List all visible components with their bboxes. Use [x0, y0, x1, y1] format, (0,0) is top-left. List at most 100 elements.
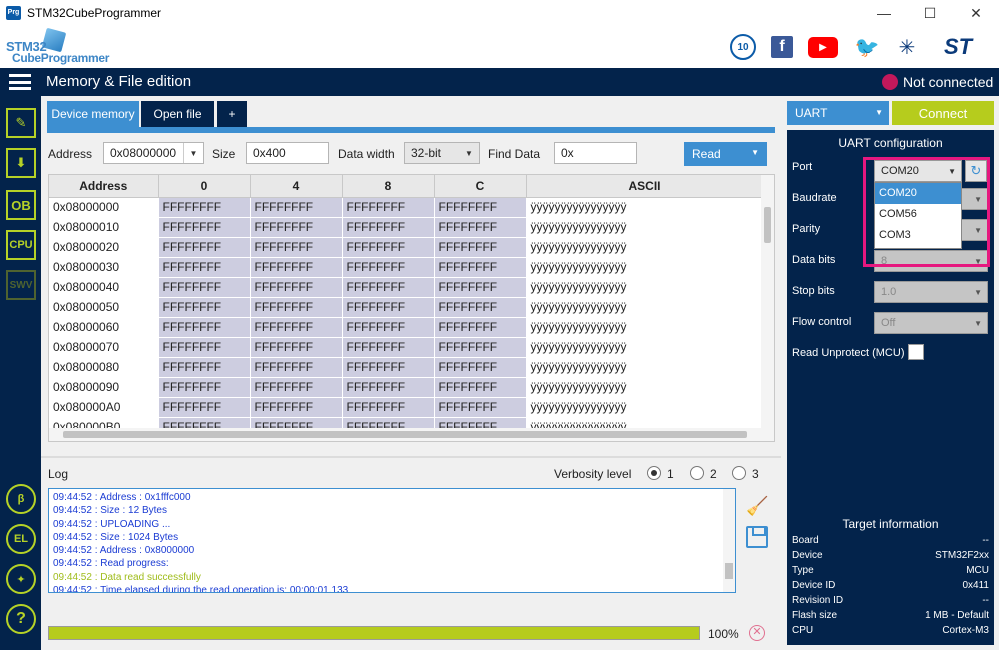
ascii-cell[interactable]: ÿÿÿÿÿÿÿÿÿÿÿÿÿÿÿÿ [526, 197, 764, 218]
save-log-icon[interactable] [746, 526, 768, 548]
value-cell[interactable]: FFFFFFFF [434, 377, 527, 398]
table-row[interactable]: 0x08000070 FFFFFFFF FFFFFFFF FFFFFFFF FFFFFF… [49, 337, 764, 358]
value-cell[interactable]: FFFFFFFF [250, 197, 343, 218]
value-cell[interactable]: FFFFFFFF [158, 357, 251, 378]
interface-select[interactable]: UART ▼ [787, 101, 889, 125]
value-cell[interactable]: FFFFFFFF [342, 237, 435, 258]
size-input[interactable]: 0x400 [246, 142, 329, 164]
value-cell[interactable]: FFFFFFFF [342, 297, 435, 318]
value-cell[interactable]: FFFFFFFF [434, 257, 527, 278]
table-row[interactable]: 0x08000000 FFFFFFFF FFFFFFFF FFFFFFFF FFFFFF… [49, 197, 764, 218]
value-cell[interactable]: FFFFFFFF [250, 317, 343, 338]
value-cell[interactable]: FFFFFFFF [250, 377, 343, 398]
table-row[interactable]: 0x08000090 FFFFFFFF FFFFFFFF FFFFFFFF FFFFFF… [49, 377, 764, 398]
sidebar-item-el[interactable]: EL [6, 524, 36, 554]
column-header[interactable]: 8 [342, 175, 435, 198]
youtube-icon[interactable]: ▶ [808, 37, 838, 58]
scrollbar-thumb[interactable] [725, 563, 733, 579]
verbosity-radio-3[interactable] [732, 466, 746, 480]
scrollbar-thumb[interactable] [63, 431, 747, 438]
verbosity-radio-2[interactable] [690, 466, 704, 480]
value-cell[interactable]: FFFFFFFF [250, 337, 343, 358]
scrollbar-thumb[interactable] [764, 207, 771, 243]
stop-bits-combo[interactable]: 1.0 ▼ [874, 281, 988, 303]
value-cell[interactable]: FFFFFFFF [158, 277, 251, 298]
st-logo-icon[interactable]: ST [932, 34, 984, 60]
sidebar-item-ob[interactable]: OB [6, 190, 36, 220]
community-icon[interactable]: ✳ [894, 34, 920, 60]
value-cell[interactable]: FFFFFFFF [250, 217, 343, 238]
ascii-cell[interactable]: ÿÿÿÿÿÿÿÿÿÿÿÿÿÿÿÿ [526, 317, 764, 338]
ascii-cell[interactable]: ÿÿÿÿÿÿÿÿÿÿÿÿÿÿÿÿ [526, 397, 764, 418]
value-cell[interactable]: FFFFFFFF [434, 357, 527, 378]
table-row[interactable]: 0x080000A0 FFFFFFFF FFFFFFFF FFFFFFFF FFFFFF… [49, 397, 764, 418]
sidebar-item-download[interactable]: ⬇ [6, 148, 36, 178]
close-button[interactable]: ✕ [953, 0, 999, 26]
hamburger-menu-icon[interactable] [9, 72, 31, 92]
sidebar-item-beta[interactable]: β [6, 484, 36, 514]
value-cell[interactable]: FFFFFFFF [158, 197, 251, 218]
table-row[interactable]: 0x08000080 FFFFFFFF FFFFFFFF FFFFFFFF FFFFFF… [49, 357, 764, 378]
ascii-cell[interactable]: ÿÿÿÿÿÿÿÿÿÿÿÿÿÿÿÿ [526, 357, 764, 378]
tab-add-button[interactable]: + [217, 101, 247, 127]
column-header[interactable]: ASCII [526, 175, 764, 198]
value-cell[interactable]: FFFFFFFF [434, 297, 527, 318]
value-cell[interactable]: FFFFFFFF [158, 317, 251, 338]
ascii-cell[interactable]: ÿÿÿÿÿÿÿÿÿÿÿÿÿÿÿÿ [526, 217, 764, 238]
value-cell[interactable]: FFFFFFFF [158, 237, 251, 258]
value-cell[interactable]: FFFFFFFF [342, 397, 435, 418]
value-cell[interactable]: FFFFFFFF [342, 197, 435, 218]
anniversary-icon[interactable]: 10 [730, 34, 756, 60]
value-cell[interactable]: FFFFFFFF [158, 397, 251, 418]
value-cell[interactable]: FFFFFFFF [158, 377, 251, 398]
sidebar-item-cpu[interactable]: CPU [6, 230, 36, 260]
facebook-icon[interactable]: f [771, 36, 793, 58]
value-cell[interactable]: FFFFFFFF [342, 377, 435, 398]
clear-log-broom-icon[interactable]: 🧹 [746, 496, 768, 518]
value-cell[interactable]: FFFFFFFF [434, 237, 527, 258]
table-row[interactable]: 0x08000020 FFFFFFFF FFFFFFFF FFFFFFFF FFFFFF… [49, 237, 764, 258]
column-header[interactable]: Address [49, 175, 159, 198]
ascii-cell[interactable]: ÿÿÿÿÿÿÿÿÿÿÿÿÿÿÿÿ [526, 237, 764, 258]
column-header[interactable]: C [434, 175, 527, 198]
value-cell[interactable]: FFFFFFFF [158, 217, 251, 238]
value-cell[interactable]: FFFFFFFF [342, 277, 435, 298]
find-data-input[interactable]: 0x [554, 142, 637, 164]
tab-open-file[interactable]: Open file [141, 101, 214, 127]
value-cell[interactable]: FFFFFFFF [342, 217, 435, 238]
sidebar-item-secure[interactable]: ✦ [6, 564, 36, 594]
table-row[interactable]: 0x08000050 FFFFFFFF FFFFFFFF FFFFFFFF FFFFFF… [49, 297, 764, 318]
value-cell[interactable]: FFFFFFFF [250, 397, 343, 418]
table-row[interactable]: 0x08000030 FFFFFFFF FFFFFFFF FFFFFFFF FFFFFF… [49, 257, 764, 278]
column-header[interactable]: 4 [250, 175, 343, 198]
sidebar-item-help[interactable]: ? [6, 604, 36, 634]
value-cell[interactable]: FFFFFFFF [434, 397, 527, 418]
flow-control-combo[interactable]: Off ▼ [874, 312, 988, 334]
table-row[interactable]: 0x08000060 FFFFFFFF FFFFFFFF FFFFFFFF FFFFFF… [49, 317, 764, 338]
tab-device-memory[interactable]: Device memory [47, 101, 139, 127]
value-cell[interactable]: FFFFFFFF [342, 357, 435, 378]
sidebar-item-swv[interactable]: SWV [6, 270, 36, 300]
log-vertical-scrollbar[interactable] [723, 489, 735, 592]
value-cell[interactable]: FFFFFFFF [250, 357, 343, 378]
value-cell[interactable]: FFFFFFFF [250, 237, 343, 258]
value-cell[interactable]: FFFFFFFF [434, 337, 527, 358]
ascii-cell[interactable]: ÿÿÿÿÿÿÿÿÿÿÿÿÿÿÿÿ [526, 257, 764, 278]
maximize-button[interactable]: ☐ [907, 0, 953, 26]
ascii-cell[interactable]: ÿÿÿÿÿÿÿÿÿÿÿÿÿÿÿÿ [526, 297, 764, 318]
memory-table[interactable]: Address 0 4 8 C ASCII 0x08000000 FFFFFFFF FFFFF… [48, 174, 775, 442]
sidebar-item-memory-edit[interactable]: ✎ [6, 108, 36, 138]
address-combo[interactable]: 0x08000000 ▼ [103, 142, 204, 164]
data-width-combo[interactable]: 32-bit ▼ [404, 142, 480, 164]
table-row[interactable]: 0x08000040 FFFFFFFF FFFFFFFF FFFFFFFF FFFFFF… [49, 277, 764, 298]
value-cell[interactable]: FFFFFFFF [250, 277, 343, 298]
value-cell[interactable]: FFFFFFFF [250, 257, 343, 278]
table-row[interactable]: 0x08000010 FFFFFFFF FFFFFFFF FFFFFFFF FFFFFF… [49, 217, 764, 238]
value-cell[interactable]: FFFFFFFF [250, 297, 343, 318]
value-cell[interactable]: FFFFFFFF [434, 317, 527, 338]
read-unprotect-checkbox[interactable] [908, 344, 924, 360]
value-cell[interactable]: FFFFFFFF [158, 257, 251, 278]
twitter-icon[interactable]: 🐦 [854, 34, 880, 60]
value-cell[interactable]: FFFFFFFF [158, 297, 251, 318]
value-cell[interactable]: FFFFFFFF [434, 277, 527, 298]
